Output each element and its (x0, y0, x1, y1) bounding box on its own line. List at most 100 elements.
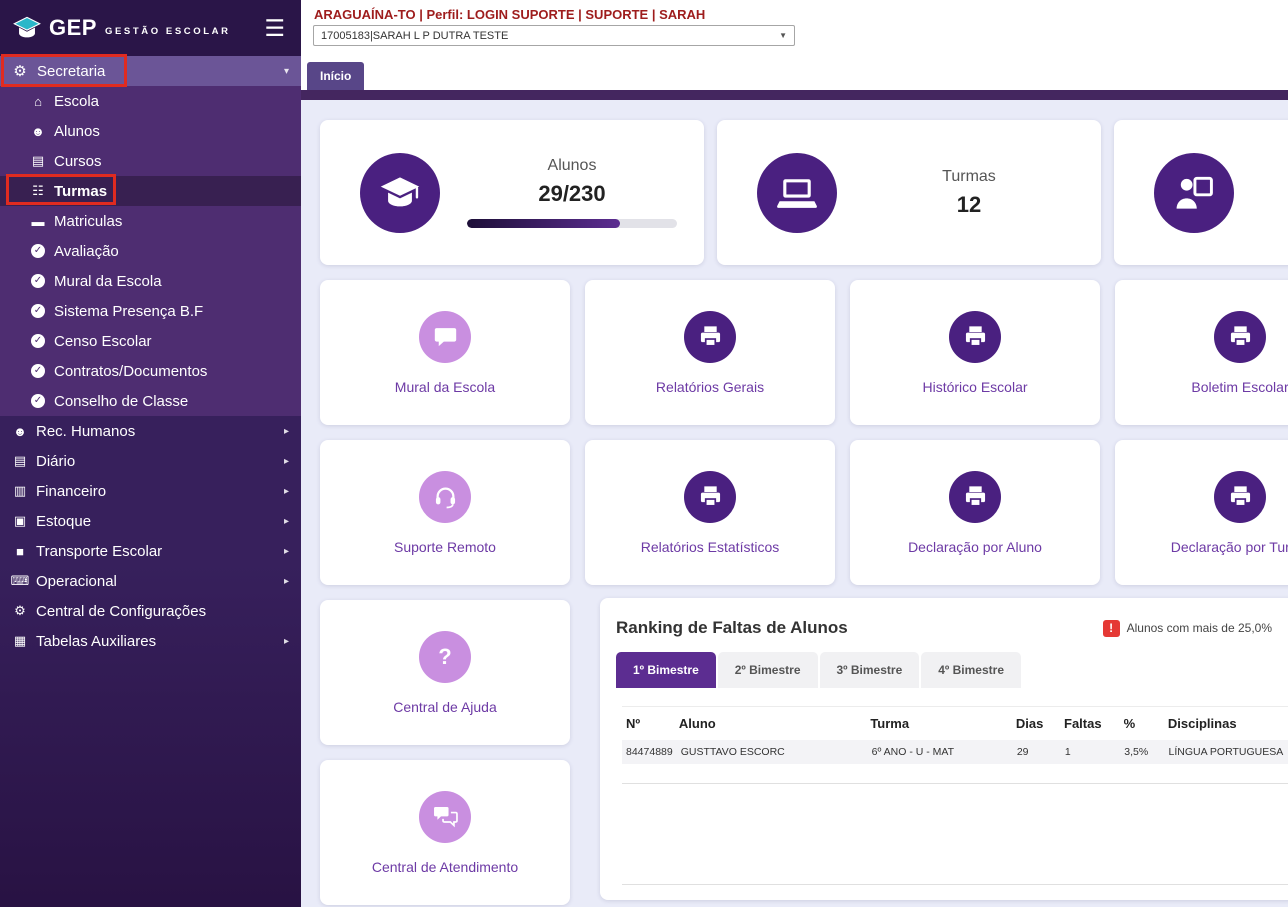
card-declaracao-por-aluno[interactable]: Declaração por Aluno (850, 440, 1100, 585)
sidebar-item-alunos[interactable]: ☻ Alunos (0, 116, 301, 146)
stat-label: Turmas (942, 168, 996, 186)
hamburger-menu-icon[interactable]: ☰ (264, 17, 285, 40)
card-declaracao-por-turma[interactable]: Declaração por Turma (1115, 440, 1288, 585)
sidebar-item-label: Central de Configurações (36, 603, 206, 620)
cell-percentual: 3,5% (1120, 740, 1164, 764)
card-boletim-escolar[interactable]: Boletim Escolar (1115, 280, 1288, 425)
sidebar-item-label: Financeiro (36, 483, 106, 500)
cell-dias: 29 (1013, 740, 1061, 764)
card-central-de-atendimento[interactable]: Central de Atendimento (320, 760, 570, 905)
chevron-right-icon: ▸ (284, 456, 289, 467)
tab-inicio[interactable]: Início (307, 62, 364, 90)
tab-4-bimestre[interactable]: 4º Bimestre (921, 652, 1021, 688)
sidebar-item-label: Operacional (36, 573, 117, 590)
chevron-right-icon: ▸ (284, 576, 289, 587)
card-label: Suporte Remoto (394, 539, 496, 555)
column-header: Disciplinas (1164, 707, 1288, 740)
gears-icon: ⚙ (10, 62, 30, 80)
ranking-panel: Ranking de Faltas de Alunos ! Alunos com… (600, 598, 1288, 900)
column-header: % (1120, 707, 1164, 740)
brand-subtitle: GESTÃO ESCOLAR (105, 26, 231, 37)
list-icon: ▤ (10, 453, 30, 469)
sidebar-item-escola[interactable]: ⌂ Escola (0, 86, 301, 116)
card-label: Boletim Escolar (1191, 379, 1288, 395)
chevron-right-icon: ▸ (284, 516, 289, 527)
secretaria-submenu: ⌂ Escola ☻ Alunos ▤ Cursos ☷ Turmas ▬ Ma… (0, 86, 301, 416)
sidebar-item-avaliacao[interactable]: ✓ Avaliação (0, 236, 301, 266)
sidebar-item-label: Alunos (54, 123, 100, 140)
table-header-row: Nº Aluno Turma Dias Faltas % Disciplinas (622, 707, 1288, 740)
chevron-down-icon: ▾ (284, 66, 289, 77)
stat-card-alunos[interactable]: Alunos 29/230 (320, 120, 704, 265)
stat-value: 12 (957, 192, 981, 218)
column-header: Turma (866, 707, 1012, 740)
card-label: Mural da Escola (395, 379, 495, 395)
person-icon: ☻ (28, 124, 48, 139)
stat-card-professores[interactable] (1114, 120, 1288, 265)
printer-icon (1214, 471, 1266, 523)
table-row[interactable]: 84474889 GUSTTAVO ESCORC 6º ANO - U - MA… (622, 740, 1288, 764)
teacher-board-icon (1154, 153, 1234, 233)
card-suporte-remoto[interactable]: Suporte Remoto (320, 440, 570, 585)
sidebar-item-estoque[interactable]: ▣ Estoque ▸ (0, 506, 301, 536)
check-circle-icon: ✓ (31, 334, 45, 348)
sidebar-item-conselho-de-classe[interactable]: ✓ Conselho de Classe (0, 386, 301, 416)
card-label: Central de Atendimento (372, 859, 518, 875)
card-label: Relatórios Gerais (656, 379, 764, 395)
bimestre-tabs: 1º Bimestre 2º Bimestre 3º Bimestre 4º B… (616, 652, 1288, 688)
sidebar-item-financeiro[interactable]: ▥ Financeiro ▸ (0, 476, 301, 506)
table-icon: ▦ (10, 633, 30, 649)
tab-2-bimestre[interactable]: 2º Bimestre (718, 652, 818, 688)
sidebar-item-censo-escolar[interactable]: ✓ Censo Escolar (0, 326, 301, 356)
card-central-de-ajuda[interactable]: ? Central de Ajuda (320, 600, 570, 745)
sidebar-item-cursos[interactable]: ▤ Cursos (0, 146, 301, 176)
sidebar-item-operacional[interactable]: ⌨ Operacional ▸ (0, 566, 301, 596)
sidebar-item-label: Cursos (54, 153, 102, 170)
column-header: Nº (622, 707, 675, 740)
sidebar-item-central-de-configuracoes[interactable]: ⚙ Central de Configurações (0, 596, 301, 626)
sidebar-item-rec-humanos[interactable]: ☻ Rec. Humanos ▸ (0, 416, 301, 446)
tabbar-underline (301, 90, 1288, 100)
sidebar-item-label: Turmas (54, 183, 107, 200)
tab-1-bimestre[interactable]: 1º Bimestre (616, 652, 716, 688)
sidebar-item-label: Diário (36, 453, 75, 470)
chats-icon (419, 791, 471, 843)
printer-icon (684, 471, 736, 523)
sidebar-item-sistema-presenca[interactable]: ✓ Sistema Presença B.F (0, 296, 301, 326)
card-relatorios-estatisticos[interactable]: Relatórios Estatísticos (585, 440, 835, 585)
brand-name: GEP (49, 15, 97, 41)
sidebar-item-label: Estoque (36, 513, 91, 530)
sidebar-item-tabelas-auxiliares[interactable]: ▦ Tabelas Auxiliares ▸ (0, 626, 301, 656)
sidebar-item-label: Censo Escolar (54, 333, 152, 350)
box-icon: ▣ (10, 513, 30, 529)
tab-3-bimestre[interactable]: 3º Bimestre (820, 652, 920, 688)
card-mural-da-escola[interactable]: Mural da Escola (320, 280, 570, 425)
card-historico-escolar[interactable]: Histórico Escolar (850, 280, 1100, 425)
cell-numero: 84474889 (622, 740, 677, 764)
alert-text: Alunos com mais de 25,0% (1127, 621, 1272, 635)
chat-bubble-icon (419, 311, 471, 363)
printer-icon (949, 471, 1001, 523)
sidebar-item-label: Mural da Escola (54, 273, 162, 290)
stat-card-turmas[interactable]: Turmas 12 (717, 120, 1101, 265)
sidebar-item-matriculas[interactable]: ▬ Matriculas (0, 206, 301, 236)
sidebar-item-transporte-escolar[interactable]: ■ Transporte Escolar ▸ (0, 536, 301, 566)
sidebar-item-turmas[interactable]: ☷ Turmas (0, 176, 301, 206)
sidebar-item-contratos-documentos[interactable]: ✓ Contratos/Documentos (0, 356, 301, 386)
graduation-cap-icon (360, 153, 440, 233)
empty-table-row (622, 764, 1288, 784)
card-relatorios-gerais[interactable]: Relatórios Gerais (585, 280, 835, 425)
sidebar-item-label: Sistema Presença B.F (54, 303, 203, 320)
school-building-icon: ⌂ (28, 94, 48, 109)
check-circle-icon: ✓ (31, 394, 45, 408)
sidebar-item-mural-da-escola[interactable]: ✓ Mural da Escola (0, 266, 301, 296)
student-select[interactable]: 17005183|SARAH L P DUTRA TESTE ▼ (313, 25, 795, 46)
table-footer-line (622, 884, 1288, 885)
sitemap-icon: ☷ (28, 183, 48, 199)
alunos-progress-bar (467, 219, 677, 228)
sidebar-item-secretaria[interactable]: ⚙ Secretaria ▾ (0, 56, 301, 86)
sidebar-item-diario[interactable]: ▤ Diário ▸ (0, 446, 301, 476)
alunos-progress-fill (467, 219, 620, 228)
ranking-table: Nº Aluno Turma Dias Faltas % Disciplinas… (622, 706, 1288, 784)
column-header: Aluno (675, 707, 866, 740)
